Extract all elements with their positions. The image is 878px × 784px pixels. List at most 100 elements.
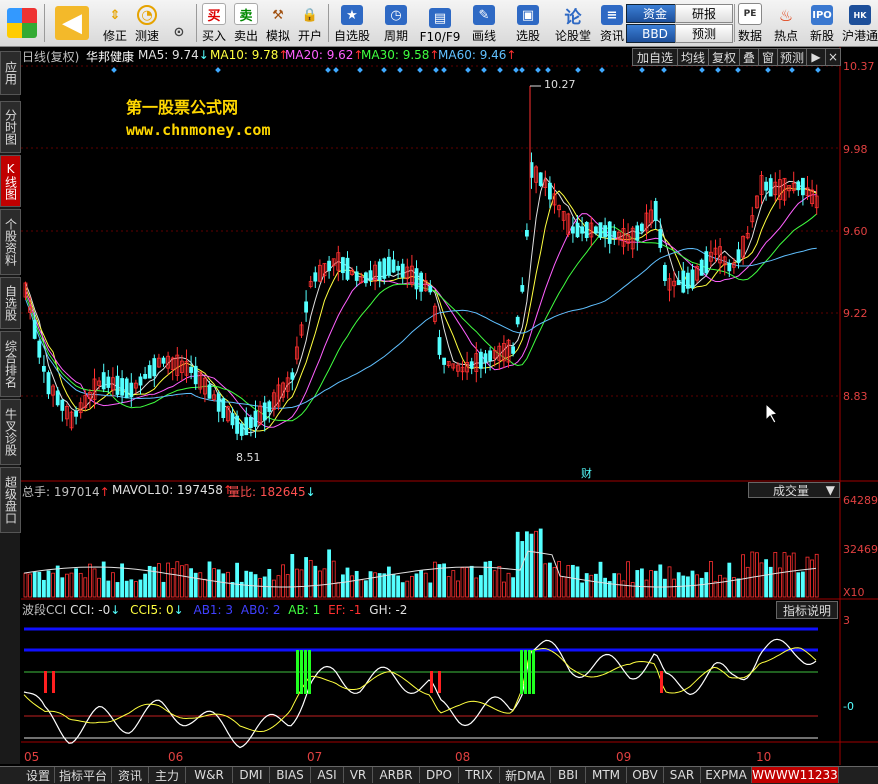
candle-body [363, 272, 368, 284]
stock-name: 华邦健康 [86, 50, 135, 64]
signal-diamond [513, 67, 519, 73]
candle-body [548, 182, 552, 200]
volume-bar [695, 574, 699, 598]
ma-button[interactable]: 均线 [677, 48, 709, 66]
candle-body [768, 178, 773, 197]
add-watchlist-button[interactable]: 加自选 [632, 48, 678, 66]
tab-sar[interactable]: SAR [664, 767, 701, 783]
low-price-label: 8.51 [236, 451, 261, 464]
candle-body [248, 416, 253, 428]
volume-bar [244, 570, 249, 598]
signal-diamond [575, 67, 581, 73]
red-signal-bar [660, 671, 663, 693]
cci-indicator [23, 627, 818, 749]
candle-body [74, 411, 78, 417]
candle-body [345, 257, 350, 280]
volume-bar [317, 570, 322, 598]
candle-body [262, 402, 267, 421]
volume-bar [557, 561, 561, 598]
window-button[interactable]: 窗 [758, 48, 778, 66]
y-tick: 9.22 [843, 307, 868, 320]
candle-body [267, 401, 272, 412]
finance-marker[interactable]: 财 [581, 465, 592, 481]
volume-bar [271, 579, 276, 598]
volume-bar [566, 565, 571, 598]
volume-bar [170, 568, 175, 598]
volume-bar [437, 564, 442, 598]
volume-bar [37, 571, 42, 598]
volume-bar [575, 566, 580, 598]
candle-body [221, 398, 226, 419]
candle-body [635, 225, 640, 241]
volume-bar [552, 567, 557, 598]
tab-arbr[interactable]: ARBR [373, 767, 420, 783]
tab-wr[interactable]: W&R [186, 767, 233, 783]
indicator-help-button[interactable]: 指标说明 [776, 601, 838, 619]
volume-bar [299, 569, 304, 598]
volume-bar [598, 561, 603, 598]
volume-bar [235, 562, 240, 598]
close-icon[interactable]: × [825, 48, 841, 66]
candle-body [603, 225, 607, 238]
ma-line [25, 194, 817, 428]
volume-bar [92, 568, 97, 598]
volume-bar [88, 563, 92, 598]
tab-asi[interactable]: ASI [311, 767, 344, 783]
candle-body [653, 201, 658, 221]
watermark-url: www.chnmoney.com [126, 121, 271, 139]
volume-bar [492, 570, 497, 598]
predict-button[interactable]: 预测 [777, 48, 807, 66]
ma10-label: MA10: 9.78↑ [210, 48, 289, 62]
volume-bar [336, 582, 341, 598]
volume-bar [713, 581, 718, 598]
volume-bar [216, 569, 221, 598]
volume-bar [221, 573, 226, 598]
volume-bar [423, 572, 428, 598]
volume-bar [667, 566, 672, 598]
volume-bar [653, 570, 658, 598]
tab-settings[interactable]: 设置 [22, 767, 55, 783]
volume-bar [511, 577, 516, 598]
tab-obv[interactable]: OBV [627, 767, 664, 783]
volume-bar [386, 566, 391, 598]
signal-diamond [481, 67, 487, 73]
candle-body [658, 229, 663, 248]
tab-dpo[interactable]: DPO [420, 767, 459, 783]
candle-body [520, 285, 525, 292]
candle-body [598, 222, 603, 238]
candle-body [442, 357, 447, 365]
tab-vr[interactable]: VR [344, 767, 373, 783]
tab-newdma[interactable]: 新DMA [500, 767, 551, 783]
overlay-button[interactable]: 叠 [739, 48, 759, 66]
tab-expma[interactable]: EXPMA [701, 767, 752, 783]
tab-news[interactable]: 资讯 [112, 767, 149, 783]
signal-diamond [397, 67, 403, 73]
tab-custom-indicator[interactable]: WWWW11233 [752, 767, 839, 783]
tab-trix[interactable]: TRIX [459, 767, 500, 783]
volume-bar [202, 578, 207, 598]
volume-bar [350, 575, 355, 598]
volume-bar [331, 560, 336, 598]
tab-bias[interactable]: BIAS [270, 767, 311, 783]
tab-mtm[interactable]: MTM [586, 767, 627, 783]
candle-body [313, 272, 318, 282]
tab-indicator-platform[interactable]: 指标平台 [55, 767, 112, 783]
volume-bar [580, 582, 584, 598]
volume-bar [175, 561, 180, 598]
candle-body [478, 351, 483, 369]
tab-dmi[interactable]: DMI [233, 767, 270, 783]
green-signal-bar [304, 650, 307, 694]
y-tick: 9.98 [843, 143, 868, 156]
indicator-select[interactable]: 成交量 ▼ [748, 482, 840, 498]
expand-arrow-icon[interactable]: ▶ [806, 48, 826, 66]
volume-bar [635, 570, 640, 598]
tab-main-force[interactable]: 主力 [149, 767, 186, 783]
tab-bbi[interactable]: BBI [551, 767, 586, 783]
ma5-label: MA5: 9.74↓ [138, 48, 209, 62]
volume-bar [313, 565, 318, 598]
volume-bar [442, 563, 447, 598]
signal-diamonds [111, 67, 821, 73]
adjust-button[interactable]: 复权 [708, 48, 740, 66]
candle-body [42, 366, 46, 372]
candle-body [801, 177, 805, 196]
